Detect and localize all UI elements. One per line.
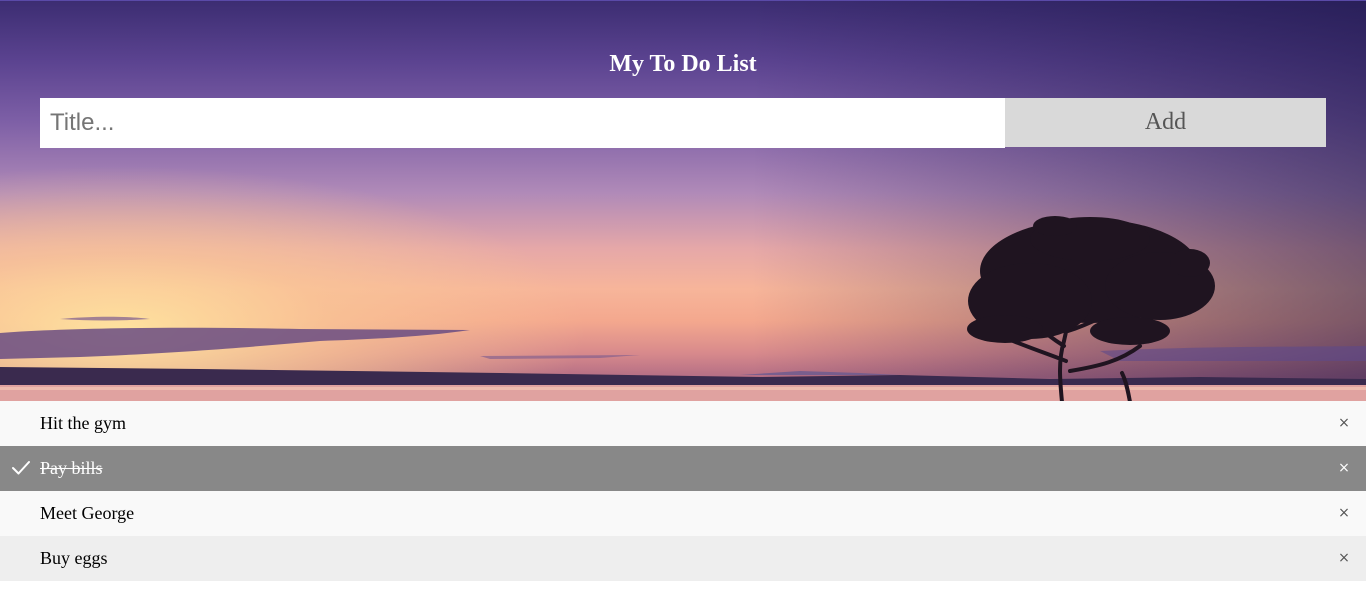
todo-item-text: Hit the gym bbox=[40, 413, 126, 433]
close-icon[interactable]: × bbox=[1322, 536, 1366, 581]
todo-item-text: Buy eggs bbox=[40, 548, 108, 568]
close-icon[interactable]: × bbox=[1322, 446, 1366, 491]
todo-item-checked[interactable]: Pay bills × bbox=[0, 446, 1366, 491]
title-input[interactable] bbox=[40, 98, 1005, 148]
todo-item[interactable]: Buy eggs × bbox=[0, 536, 1366, 581]
todo-item-text: Meet George bbox=[40, 503, 135, 523]
todo-item[interactable]: Hit the gym × bbox=[0, 401, 1366, 446]
header-banner: My To Do List Add bbox=[0, 0, 1366, 401]
todo-item[interactable]: Meet George × bbox=[0, 491, 1366, 536]
page-title: My To Do List bbox=[609, 51, 757, 77]
todo-item-text: Pay bills bbox=[40, 458, 103, 478]
check-icon bbox=[12, 461, 30, 475]
add-button[interactable]: Add bbox=[1005, 98, 1326, 147]
todo-list: Hit the gym × Pay bills × Meet George × … bbox=[0, 401, 1366, 581]
add-todo-form: Add bbox=[40, 98, 1326, 148]
close-icon[interactable]: × bbox=[1322, 491, 1366, 536]
close-icon[interactable]: × bbox=[1322, 401, 1366, 446]
